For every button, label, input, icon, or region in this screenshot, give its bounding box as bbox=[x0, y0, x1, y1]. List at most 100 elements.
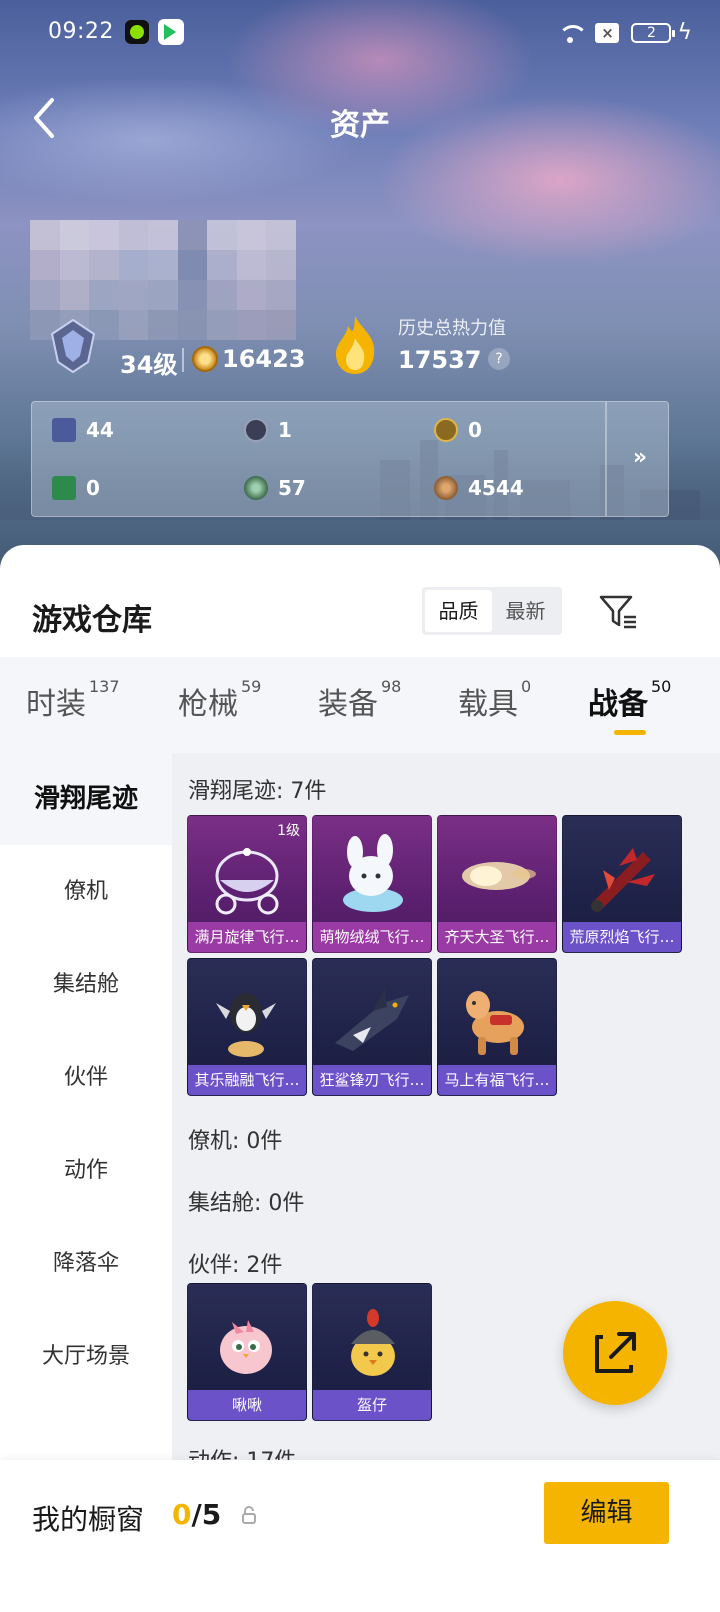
item-card[interactable]: 其乐融融飞行… bbox=[187, 958, 307, 1096]
item-card[interactable]: 啾啾 bbox=[187, 1283, 307, 1421]
tab-equipment[interactable]: 装备98 bbox=[318, 677, 402, 723]
tab-fashion[interactable]: 时装137 bbox=[26, 677, 120, 723]
resource-item: 0 bbox=[52, 476, 100, 500]
no-sim-icon: × bbox=[595, 22, 620, 43]
gold-token-icon bbox=[434, 418, 458, 442]
item-name: 萌物绒绒飞行… bbox=[313, 922, 431, 952]
item-grid-area: 滑翔尾迹: 7件 1级 满月旋律飞行… 萌物绒绒飞行… 齐天大圣飞行… 荒原烈焰… bbox=[172, 753, 720, 1553]
tab-count: 50 bbox=[651, 677, 672, 696]
item-name: 荒原烈焰飞行… bbox=[563, 922, 681, 952]
showcase-total: /5 bbox=[191, 1498, 222, 1531]
item-card[interactable]: 马上有福飞行… bbox=[437, 958, 557, 1096]
helmet-chick-icon bbox=[351, 1309, 395, 1376]
tab-label: 载具 bbox=[458, 687, 518, 722]
tab-label: 战备 bbox=[588, 687, 648, 722]
sidebar-item-action[interactable]: 动作 bbox=[0, 1125, 172, 1217]
battery-icon: 2 bbox=[631, 22, 676, 43]
pink-bird-icon bbox=[220, 1320, 272, 1374]
sort-toggle: 品质 最新 bbox=[422, 587, 562, 635]
item-card[interactable]: 1级 满月旋律飞行… bbox=[187, 815, 307, 953]
coin-icon bbox=[192, 346, 218, 372]
showcase-count: 0/5 bbox=[172, 1498, 221, 1531]
tab-count: 59 bbox=[241, 677, 262, 696]
heat-value: 17537 bbox=[398, 346, 482, 374]
flame-icon bbox=[336, 316, 375, 374]
resources-panel: 44 1 0 0 57 4544 » bbox=[31, 401, 669, 517]
sidebar-item-lobby-scene[interactable]: 大厅场景 bbox=[0, 1311, 172, 1403]
section-title: 滑翔尾迹: 7件 bbox=[188, 779, 327, 804]
item-name: 马上有福飞行… bbox=[438, 1065, 556, 1095]
item-card[interactable]: 齐天大圣飞行… bbox=[437, 815, 557, 953]
edit-button[interactable]: 编辑 bbox=[544, 1482, 669, 1544]
resource-value: 0 bbox=[86, 476, 100, 500]
item-name: 齐天大圣飞行… bbox=[438, 922, 556, 952]
filter-icon[interactable] bbox=[598, 591, 638, 631]
flame-glider-icon bbox=[591, 848, 655, 912]
tab-guns[interactable]: 枪械59 bbox=[178, 677, 262, 723]
showcase-bar: 我的橱窗 0/5 编辑 bbox=[0, 1460, 720, 1612]
sidebar-item-parachute[interactable]: 降落伞 bbox=[0, 1218, 172, 1310]
token-icon bbox=[244, 418, 268, 442]
tab-count: 98 bbox=[381, 677, 402, 696]
active-tab-indicator bbox=[614, 730, 646, 735]
resource-value: 44 bbox=[86, 418, 114, 442]
item-card[interactable]: 盔仔 bbox=[312, 1283, 432, 1421]
warehouse-title: 游戏仓库 bbox=[32, 603, 152, 638]
category-tabs: 时装137 枪械59 装备98 载具0 战备50 bbox=[0, 657, 720, 753]
item-card[interactable]: 狂鲨锋刃飞行… bbox=[312, 958, 432, 1096]
section-title: 伙伴: 2件 bbox=[188, 1253, 283, 1278]
item-card[interactable]: 萌物绒绒飞行… bbox=[312, 815, 432, 953]
card-icon bbox=[52, 418, 76, 442]
showcase-current: 0 bbox=[172, 1498, 192, 1531]
rank-badge-icon bbox=[50, 318, 96, 374]
resource-item: 1 bbox=[244, 418, 292, 442]
resource-value: 57 bbox=[278, 476, 306, 500]
coin-value: 16423 bbox=[222, 345, 306, 373]
section-title: 僚机: 0件 bbox=[188, 1129, 283, 1154]
charging-icon: ϟ bbox=[677, 20, 692, 45]
divider bbox=[605, 402, 607, 516]
item-name: 啾啾 bbox=[188, 1390, 306, 1420]
bronze-coin-icon bbox=[434, 476, 458, 500]
sidebar-item-glide-trail[interactable]: 滑翔尾迹 bbox=[0, 753, 172, 845]
item-name: 满月旋律飞行… bbox=[188, 922, 306, 952]
video-app-notification-icon bbox=[158, 19, 184, 45]
plush-bunny-icon bbox=[343, 834, 403, 912]
resource-value: 4544 bbox=[468, 476, 524, 500]
sidebar-item-capsule[interactable]: 集结舱 bbox=[0, 939, 172, 1031]
profile-hero: 09:22 × 2 ϟ 资产 34级 16423 历史总热力值 17537 ? bbox=[0, 0, 720, 590]
player-level: 34级 bbox=[120, 351, 178, 379]
help-icon[interactable]: ? bbox=[488, 348, 510, 370]
resource-item: 44 bbox=[52, 418, 114, 442]
tab-label: 时装 bbox=[26, 687, 86, 722]
tab-combat-gear[interactable]: 战备50 bbox=[588, 677, 672, 723]
expand-resources-icon[interactable]: » bbox=[622, 445, 658, 470]
wifi-icon bbox=[557, 23, 589, 43]
green-card-icon bbox=[52, 476, 76, 500]
resource-item: 0 bbox=[434, 418, 482, 442]
subcategory-sidebar: 滑翔尾迹 僚机 集结舱 伙伴 动作 降落伞 大厅场景 bbox=[0, 753, 172, 1553]
app-notification-icon bbox=[125, 20, 149, 44]
carriage-icon bbox=[215, 848, 279, 915]
share-button[interactable] bbox=[563, 1301, 667, 1405]
tab-count: 0 bbox=[521, 677, 532, 696]
tab-count: 137 bbox=[89, 677, 120, 696]
page-title: 资产 bbox=[330, 108, 390, 143]
resource-value: 0 bbox=[468, 418, 482, 442]
tab-vehicles[interactable]: 载具0 bbox=[458, 677, 532, 723]
item-name: 狂鲨锋刃飞行… bbox=[313, 1065, 431, 1095]
sort-by-quality-button[interactable]: 品质 bbox=[425, 590, 492, 632]
tab-label: 枪械 bbox=[178, 687, 238, 722]
showcase-label: 我的橱窗 bbox=[32, 1503, 145, 1536]
item-card[interactable]: 荒原烈焰飞行… bbox=[562, 815, 682, 953]
share-icon bbox=[595, 1332, 636, 1373]
sidebar-item-partner[interactable]: 伙伴 bbox=[0, 1032, 172, 1124]
lock-icon bbox=[242, 1506, 256, 1524]
resource-item: 57 bbox=[244, 476, 306, 500]
item-name: 盔仔 bbox=[313, 1390, 431, 1420]
item-name: 其乐融融飞行… bbox=[188, 1065, 306, 1095]
shark-glider-icon bbox=[335, 987, 409, 1051]
sidebar-item-wingman[interactable]: 僚机 bbox=[0, 846, 172, 938]
warehouse-card: 游戏仓库 品质 最新 时装137 枪械59 装备98 载具0 战备50 滑翔尾迹… bbox=[0, 545, 720, 1612]
sort-by-newest-button[interactable]: 最新 bbox=[492, 590, 559, 632]
